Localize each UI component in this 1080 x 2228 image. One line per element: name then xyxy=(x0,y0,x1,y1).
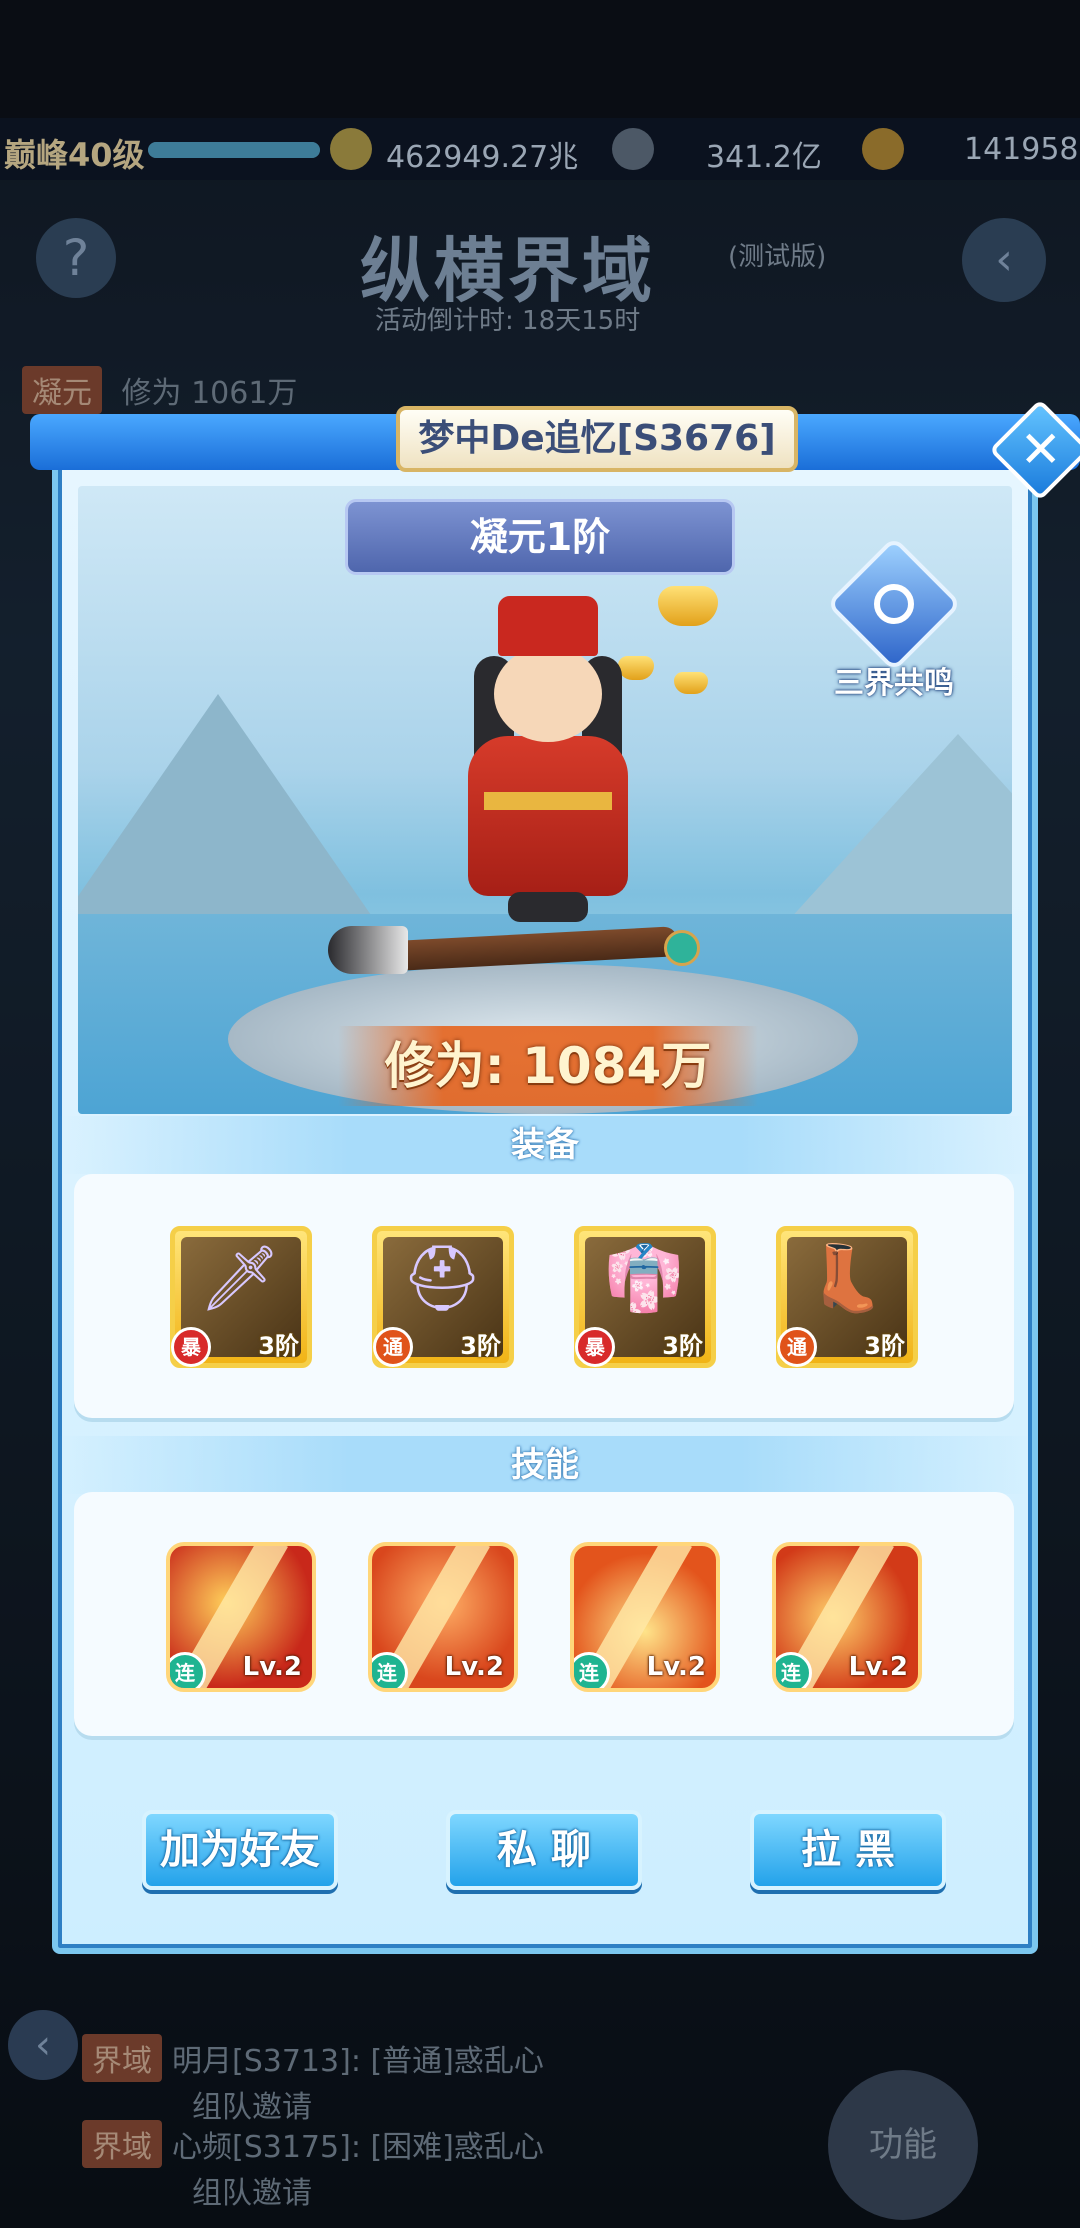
coin-icon xyxy=(612,128,654,170)
skills-card: 连 Lv.2 连 Lv.2 连 Lv.2 连 Lv.2 xyxy=(74,1492,1014,1736)
character-avatar xyxy=(428,596,668,936)
skill-level: Lv.2 xyxy=(444,1652,504,1682)
combo-badge: 连 xyxy=(170,1652,206,1688)
back-arrow-icon[interactable]: ‹ xyxy=(962,218,1046,302)
skill-level: Lv.2 xyxy=(848,1652,908,1682)
ingot-icon xyxy=(862,128,904,170)
equipment-tier: 3阶 xyxy=(864,1332,905,1360)
event-note: (测试版) xyxy=(728,242,827,272)
boots-icon: 👢 xyxy=(806,1242,886,1316)
rank-banner: 凝元1阶 xyxy=(348,502,732,572)
experience-bar xyxy=(148,142,320,158)
resonance-badge[interactable]: 三界共鸣 xyxy=(814,536,974,702)
chat-tag: 界域 xyxy=(82,2120,162,2168)
skill-slot-3[interactable]: 连 Lv.2 xyxy=(570,1542,720,1692)
function-button[interactable]: 功能 xyxy=(828,2070,978,2220)
skills-section-title: 技能 xyxy=(58,1436,1032,1494)
equipment-tier: 3阶 xyxy=(662,1332,703,1360)
block-button[interactable]: 拉 黑 xyxy=(750,1810,946,1890)
chat-name: 明月[S3713] xyxy=(172,2044,351,2079)
crit-badge: 暴 xyxy=(171,1327,211,1367)
combo-badge: 连 xyxy=(776,1652,812,1688)
chat-text: : [普通]惑乱心 xyxy=(350,2044,544,2079)
jade-ornament xyxy=(664,930,700,966)
chat-sub: 组队邀请 xyxy=(192,2176,312,2211)
gold-coin-icon xyxy=(330,128,372,170)
chat-tag: 界域 xyxy=(82,2034,162,2082)
skill-slot-2[interactable]: 连 Lv.2 xyxy=(368,1542,518,1692)
player-name-title: 梦中De追忆[S3676] xyxy=(396,406,798,472)
power-value: 修为: 1084万 xyxy=(338,1026,758,1106)
equipment-slot-boots[interactable]: 👢 通 3阶 xyxy=(776,1226,918,1368)
brush-tip xyxy=(328,926,408,974)
skill-slot-1[interactable]: 连 Lv.2 xyxy=(166,1542,316,1692)
gold-ingot-icon xyxy=(674,672,708,694)
skill-level: Lv.2 xyxy=(242,1652,302,1682)
sword-icon: 🗡 xyxy=(199,1242,281,1316)
helmet-icon: ⛑ xyxy=(401,1242,483,1316)
bg-power-row: 凝元 修为 1061万 xyxy=(22,366,297,414)
equipment-slot-helmet[interactable]: ⛑ 通 3阶 xyxy=(372,1226,514,1368)
close-icon: ✕ xyxy=(1019,420,1062,479)
bg-rank-tag: 凝元 xyxy=(22,366,102,414)
equipment-tier: 3阶 xyxy=(460,1332,501,1360)
top-status-bar: 巅峰40级 462949.27兆 341.2亿 141958 xyxy=(0,118,1080,180)
equipment-slot-armor[interactable]: 👘 暴 3阶 xyxy=(574,1226,716,1368)
equipment-section-title: 装备 xyxy=(58,1116,1032,1174)
help-icon[interactable]: ? xyxy=(36,218,116,298)
chat-text: : [困难]惑乱心 xyxy=(350,2130,544,2165)
combo-badge: 连 xyxy=(372,1652,408,1688)
character-portrait-panel: 凝元1阶 三界共鸣 修为: 1084万 xyxy=(78,486,1012,1114)
resonance-icon xyxy=(826,536,962,672)
player-info-dialog: 梦中De追忆[S3676] ✕ 凝元1阶 三界共鸣 修为: 1084万 装备 🗡… xyxy=(30,399,1080,1954)
bg-power: 修为 1061万 xyxy=(121,376,298,411)
skill-slot-4[interactable]: 连 Lv.2 xyxy=(772,1542,922,1692)
equipment-card: 🗡 暴 3阶 ⛑ 通 3阶 👘 暴 3阶 👢 通 3阶 xyxy=(74,1174,1014,1418)
chat-line-1: 界域 明月[S3713]: [普通]惑乱心 组队邀请 xyxy=(82,2034,544,2126)
chat-line-2: 界域 心频[S3175]: [困难]惑乱心 组队邀请 xyxy=(82,2120,544,2212)
general-badge: 通 xyxy=(373,1327,413,1367)
chat-name: 心频[S3175] xyxy=(172,2130,351,2165)
equipment-tier: 3阶 xyxy=(258,1332,299,1360)
currency-1-value: 462949.27兆 xyxy=(386,140,579,175)
equipment-slot-weapon[interactable]: 🗡 暴 3阶 xyxy=(170,1226,312,1368)
add-friend-button[interactable]: 加为好友 xyxy=(142,1810,338,1890)
currency-3-value: 141958 xyxy=(964,132,1079,167)
skill-level: Lv.2 xyxy=(646,1652,706,1682)
player-level: 巅峰40级 xyxy=(4,136,145,174)
private-chat-button[interactable]: 私 聊 xyxy=(446,1810,642,1890)
combo-badge: 连 xyxy=(574,1652,610,1688)
event-countdown: 活动倒计时: 18天15时 xyxy=(375,306,641,336)
crit-badge: 暴 xyxy=(575,1327,615,1367)
chat-toggle-icon[interactable]: ‹ xyxy=(8,2010,78,2080)
currency-2-value: 341.2亿 xyxy=(706,140,822,175)
general-badge: 通 xyxy=(777,1327,817,1367)
robe-icon: 👘 xyxy=(604,1242,684,1316)
